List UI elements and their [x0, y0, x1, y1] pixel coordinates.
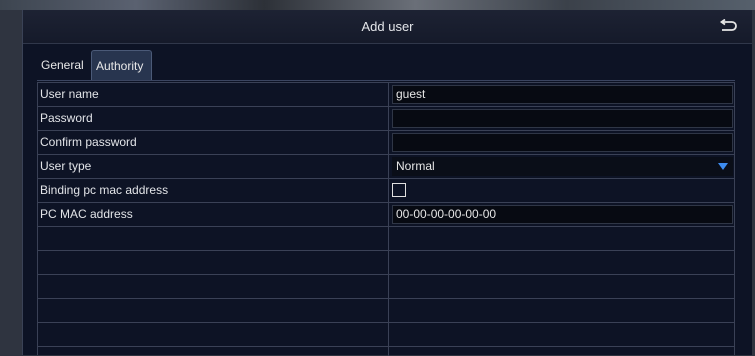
empty-row: [38, 227, 734, 251]
return-arrow-icon: [719, 18, 737, 31]
add-user-dialog: Add user General Authority User name gue…: [22, 10, 752, 356]
pc-mac-label: PC MAC address: [40, 207, 133, 221]
dialog-titlebar: Add user: [23, 10, 752, 44]
user-type-value: Normal: [396, 159, 435, 173]
empty-row: [38, 299, 734, 323]
binding-mac-checkbox[interactable]: [392, 183, 406, 197]
row-pc-mac: PC MAC address 00-00-00-00-00-00: [38, 203, 734, 227]
row-binding-mac: Binding pc mac address: [38, 179, 734, 203]
password-label: Password: [40, 111, 93, 125]
user-form-grid: User name guest Password Confirm passwor…: [37, 82, 735, 356]
triangle-down-icon: [718, 163, 728, 170]
row-password: Password: [38, 107, 734, 131]
tab-underline: [37, 80, 735, 81]
empty-row: [38, 323, 734, 347]
user-type-label: User type: [40, 159, 92, 173]
row-confirm-password: Confirm password: [38, 131, 734, 155]
empty-row: [38, 275, 734, 299]
confirm-password-label: Confirm password: [40, 135, 137, 149]
dialog-title: Add user: [361, 19, 414, 34]
tab-authority[interactable]: Authority: [91, 50, 152, 80]
back-button[interactable]: [718, 18, 738, 35]
row-user-name: User name guest: [38, 83, 734, 107]
user-name-label: User name: [40, 87, 99, 101]
row-user-type: User type Normal: [38, 155, 734, 179]
pc-mac-input[interactable]: 00-00-00-00-00-00: [392, 205, 733, 224]
user-type-select[interactable]: Normal: [392, 157, 733, 176]
empty-row: [38, 251, 734, 275]
binding-mac-label: Binding pc mac address: [40, 183, 169, 197]
password-input[interactable]: [392, 109, 733, 128]
confirm-password-input[interactable]: [392, 133, 733, 152]
user-name-input[interactable]: guest: [392, 85, 733, 104]
tab-general[interactable]: General: [37, 50, 99, 80]
background-video-strip: [0, 0, 755, 10]
